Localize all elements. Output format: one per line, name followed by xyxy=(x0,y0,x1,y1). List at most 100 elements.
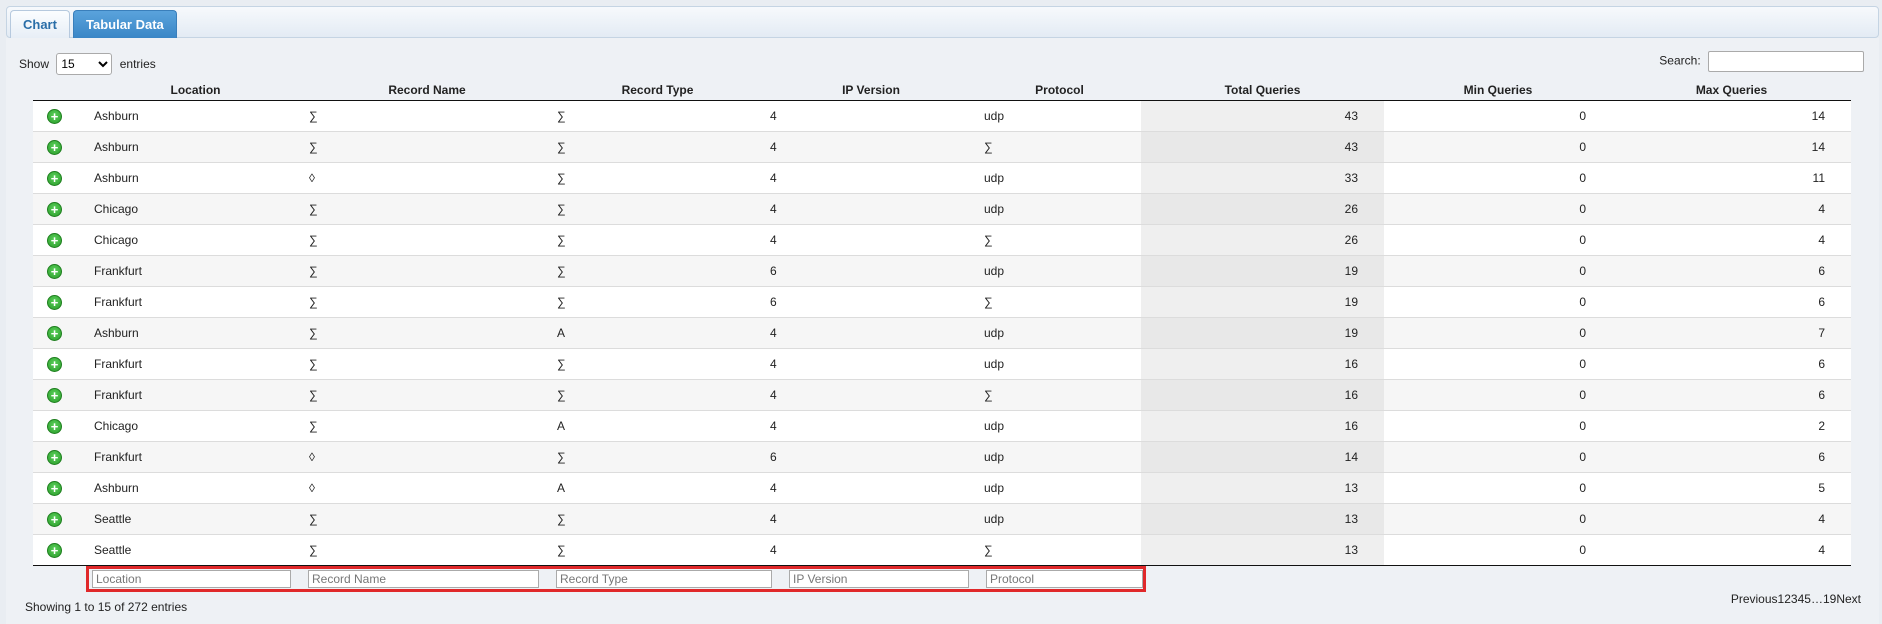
protocol-cell: udp xyxy=(978,255,1141,287)
record-name-cell: ∑ xyxy=(303,317,551,349)
total-queries-cell: 26 xyxy=(1141,193,1384,225)
location-cell: Chicago xyxy=(88,410,303,442)
expand-row-icon[interactable]: + xyxy=(47,356,62,372)
record-type-cell: ∑ xyxy=(551,379,764,411)
pagination: Previous12345…19Next xyxy=(1731,592,1861,606)
record-type-filter-input[interactable] xyxy=(556,570,772,588)
expand-cell: + xyxy=(33,348,88,380)
expand-row-icon[interactable]: + xyxy=(47,511,62,527)
ip-version-cell: 4 xyxy=(764,193,978,225)
max-queries-cell: 6 xyxy=(1612,441,1851,473)
show-label: Show xyxy=(19,57,50,71)
expand-row-icon[interactable]: + xyxy=(47,387,62,403)
expand-row-icon[interactable]: + xyxy=(47,480,62,496)
page-2[interactable]: 2 xyxy=(1784,592,1791,606)
page-last[interactable]: 19 xyxy=(1823,592,1836,606)
total-queries-cell: 43 xyxy=(1141,131,1384,163)
column-header-record-type[interactable]: Record Type xyxy=(551,79,764,101)
column-header-ip-version[interactable]: IP Version xyxy=(764,79,978,101)
expand-cell: + xyxy=(33,534,88,566)
pagination-ellipsis: … xyxy=(1810,592,1823,606)
protocol-cell: udp xyxy=(978,317,1141,349)
max-queries-cell: 6 xyxy=(1612,348,1851,380)
expand-row-icon[interactable]: + xyxy=(47,294,62,310)
column-header-protocol[interactable]: Protocol xyxy=(978,79,1141,101)
expand-row-icon[interactable]: + xyxy=(47,542,62,558)
expand-row-icon[interactable]: + xyxy=(47,170,62,186)
previous-button[interactable]: Previous xyxy=(1731,592,1778,606)
expand-row-icon[interactable]: + xyxy=(47,108,62,124)
next-button[interactable]: Next xyxy=(1836,592,1861,606)
location-cell: Ashburn xyxy=(88,162,303,194)
expand-cell: + xyxy=(33,286,88,318)
total-queries-cell: 13 xyxy=(1141,503,1384,535)
expand-row-icon[interactable]: + xyxy=(47,449,62,465)
min-queries-cell: 0 xyxy=(1384,131,1612,163)
page-5[interactable]: 5 xyxy=(1804,592,1811,606)
ip-version-cell: 4 xyxy=(764,224,978,256)
max-queries-cell: 2 xyxy=(1612,410,1851,442)
expand-row-icon[interactable]: + xyxy=(47,418,62,434)
expand-row-icon[interactable]: + xyxy=(47,263,62,279)
ip-version-cell: 4 xyxy=(764,317,978,349)
column-header-min-queries[interactable]: Min Queries xyxy=(1384,79,1612,101)
min-queries-cell: 0 xyxy=(1384,441,1612,473)
expand-cell: + xyxy=(33,472,88,504)
table-row: + Chicago ∑ A 4 udp 16 0 2 xyxy=(33,410,1851,442)
expand-row-icon[interactable]: + xyxy=(47,139,62,155)
expand-row-icon[interactable]: + xyxy=(47,201,62,217)
expand-cell: + xyxy=(33,317,88,349)
protocol-cell: ∑ xyxy=(978,286,1141,318)
expand-cell: + xyxy=(33,224,88,256)
total-queries-cell: 16 xyxy=(1141,410,1384,442)
total-queries-cell: 33 xyxy=(1141,162,1384,194)
protocol-cell: ∑ xyxy=(978,534,1141,566)
min-queries-cell: 0 xyxy=(1384,503,1612,535)
record-type-cell: ∑ xyxy=(551,162,764,194)
record-type-cell: ∑ xyxy=(551,534,764,566)
ip-version-cell: 4 xyxy=(764,410,978,442)
search-input[interactable] xyxy=(1708,51,1864,72)
ip-version-cell: 4 xyxy=(764,131,978,163)
table-row: + Ashburn ◊ A 4 udp 13 0 5 xyxy=(33,472,1851,504)
location-cell: Frankfurt xyxy=(88,379,303,411)
min-queries-cell: 0 xyxy=(1384,100,1612,132)
tab-tabular-data[interactable]: Tabular Data xyxy=(73,10,177,38)
table-row: + Chicago ∑ ∑ 4 ∑ 26 0 4 xyxy=(33,224,1851,256)
table-row: + Frankfurt ∑ ∑ 6 udp 19 0 6 xyxy=(33,255,1851,287)
location-filter-input[interactable] xyxy=(92,570,291,588)
protocol-cell: udp xyxy=(978,441,1141,473)
table-row: + Seattle ∑ ∑ 4 ∑ 13 0 4 xyxy=(33,534,1851,566)
protocol-filter-input[interactable] xyxy=(986,570,1143,588)
page-3[interactable]: 3 xyxy=(1791,592,1798,606)
column-header-record-name[interactable]: Record Name xyxy=(303,79,551,101)
record-type-cell: ∑ xyxy=(551,255,764,287)
max-queries-cell: 14 xyxy=(1612,100,1851,132)
expand-cell: + xyxy=(33,100,88,132)
max-queries-cell: 4 xyxy=(1612,224,1851,256)
expand-cell: + xyxy=(33,131,88,163)
expand-row-icon[interactable]: + xyxy=(47,325,62,341)
protocol-cell: udp xyxy=(978,348,1141,380)
record-name-cell: ◊ xyxy=(303,472,551,504)
max-queries-cell: 11 xyxy=(1612,162,1851,194)
location-cell: Seattle xyxy=(88,503,303,535)
table-row: + Frankfurt ∑ ∑ 4 ∑ 16 0 6 xyxy=(33,379,1851,411)
expand-row-icon[interactable]: + xyxy=(47,232,62,248)
entries-per-page-select[interactable]: 15 xyxy=(56,53,113,75)
max-queries-cell: 6 xyxy=(1612,286,1851,318)
ip-version-filter-input[interactable] xyxy=(789,570,969,588)
protocol-cell: udp xyxy=(978,410,1141,442)
record-type-cell: A xyxy=(551,410,764,442)
ip-version-cell: 6 xyxy=(764,255,978,287)
total-queries-cell: 16 xyxy=(1141,348,1384,380)
record-name-filter-input[interactable] xyxy=(308,570,539,588)
expand-cell: + xyxy=(33,441,88,473)
column-header-total-queries[interactable]: Total Queries xyxy=(1141,79,1384,101)
column-header-location[interactable]: Location xyxy=(88,79,303,101)
location-cell: Ashburn xyxy=(88,131,303,163)
column-header-max-queries[interactable]: Max Queries xyxy=(1612,79,1851,101)
total-queries-cell: 13 xyxy=(1141,534,1384,566)
tab-chart[interactable]: Chart xyxy=(10,10,70,38)
location-cell: Chicago xyxy=(88,193,303,225)
